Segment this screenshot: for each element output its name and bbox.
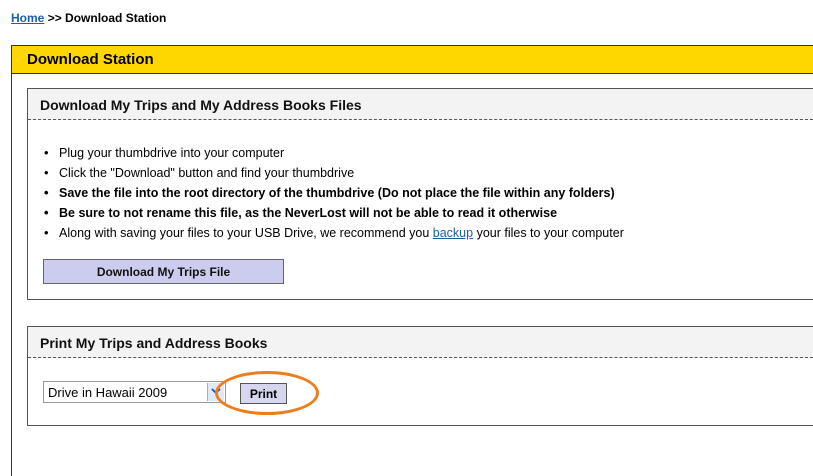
- breadcrumb-current: Download Station: [65, 11, 167, 25]
- print-panel-title: Print My Trips and Address Books: [40, 335, 268, 351]
- list-item: Click the "Download" button and find you…: [42, 163, 624, 183]
- list-item: Plug your thumbdrive into your computer: [42, 143, 624, 163]
- trip-select[interactable]: Drive in Hawaii 2009: [43, 381, 226, 403]
- backup-text-before: Along with saving your files to your USB…: [59, 226, 433, 240]
- breadcrumb-home-link[interactable]: Home: [11, 11, 44, 25]
- breadcrumb: Home >> Download Station: [11, 11, 166, 25]
- station-header: Download Station: [12, 46, 813, 74]
- list-item: Along with saving your files to your USB…: [42, 223, 624, 243]
- download-my-trips-button[interactable]: Download My Trips File: [43, 259, 284, 284]
- print-panel: Print My Trips and Address Books: [27, 326, 813, 426]
- backup-link[interactable]: backup: [433, 226, 473, 240]
- instructions-list: Plug your thumbdrive into your computer …: [42, 143, 624, 243]
- backup-text-after: your files to your computer: [473, 226, 624, 240]
- list-item: Save the file into the root directory of…: [42, 183, 624, 203]
- trip-select-value: Drive in Hawaii 2009: [48, 385, 168, 400]
- chevron-down-icon[interactable]: [207, 383, 224, 401]
- print-panel-header: Print My Trips and Address Books: [28, 327, 813, 358]
- page-title: Download Station: [27, 51, 154, 68]
- download-panel-title: Download My Trips and My Address Books F…: [40, 97, 362, 113]
- download-panel-header: Download My Trips and My Address Books F…: [28, 89, 813, 120]
- list-item: Be sure to not rename this file, as the …: [42, 203, 624, 223]
- breadcrumb-separator: >>: [47, 11, 62, 25]
- print-button[interactable]: Print: [240, 383, 287, 404]
